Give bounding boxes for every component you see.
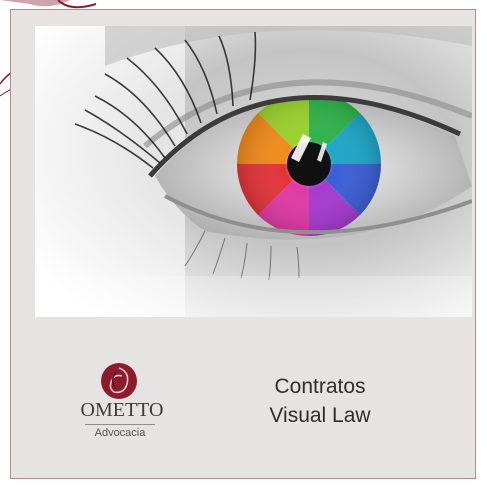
- slide-title-line-2: Visual Law: [269, 404, 371, 427]
- logo-name: OMETTO: [80, 399, 164, 421]
- logo-divider: [85, 424, 155, 425]
- content-card: OMETTO Advocacia Contratos Visual Law: [10, 9, 476, 479]
- slide-title: Contratos Visual Law: [235, 372, 405, 430]
- ometto-logo: OMETTO Advocacia: [59, 362, 185, 452]
- logo-subtitle: Advocacia: [94, 427, 146, 439]
- slide-page: OMETTO Advocacia Contratos Visual Law: [0, 0, 487, 490]
- ometto-logo-mark-icon: [101, 363, 137, 399]
- eye-image: [35, 26, 472, 317]
- slide-title-line-1: Contratos: [274, 375, 366, 398]
